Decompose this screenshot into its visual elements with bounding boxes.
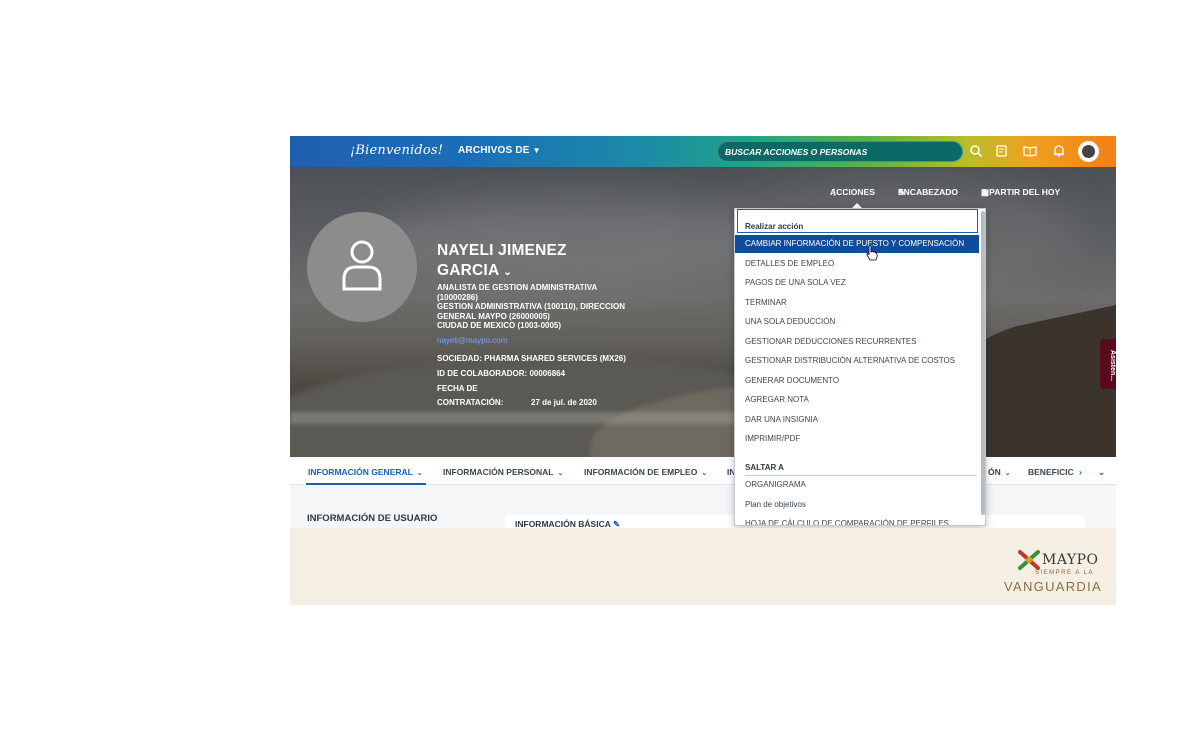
menu-item-generate-document[interactable]: GENERAR DOCUMENTO [735, 372, 979, 390]
menu-item-cost-distribution[interactable]: GESTIONAR DISTRIBUCIÓN ALTERNATIVA DE CO… [735, 352, 979, 370]
tab-general-info[interactable]: INFORMACIÓN GENERAL ⌄ [308, 467, 423, 477]
brand-tagline: SIEMPRE A LA [1035, 570, 1095, 576]
actions-dropdown-menu: Realizar acción CAMBIAR INFORMACIÓN DE P… [734, 208, 986, 526]
person-icon [342, 240, 382, 291]
menu-item-add-note[interactable]: AGREGAR NOTA [735, 391, 979, 409]
notes-icon[interactable] [995, 144, 1009, 158]
actions-label: ACCIONES [830, 187, 875, 197]
header-label: ENCABEZADO [898, 187, 958, 197]
employee-name-line2: GARCIA [437, 262, 500, 279]
welcome-logo[interactable]: ¡Bienvenidos! [350, 143, 443, 158]
menu-section-header: Realizar acción [745, 222, 804, 231]
job-details: ANALISTA DE GESTION ADMINISTRATIVA (1000… [437, 283, 637, 331]
menu-item-change-job-comp[interactable]: CAMBIAR INFORMACIÓN DE PUESTO Y COMPENSA… [735, 235, 979, 253]
hire-date-value: 27 de jul. de 2020 [531, 398, 597, 407]
assistant-side-tab[interactable]: Asisten... [1100, 339, 1116, 389]
top-navigation-bar: ¡Bienvenidos! ARCHIVOS DE ▼ [290, 136, 1116, 167]
maypo-x-icon [1018, 550, 1040, 570]
main-content: INFORMACIÓN DE USUARIO INFORMACIÓN BÁSIC… [290, 485, 1116, 545]
menu-item-profile-comparison[interactable]: HOJA DE CÁLCULO DE COMPARACIÓN DE PERFIL… [735, 515, 979, 525]
tab-personal-info[interactable]: INFORMACIÓN PERSONAL ⌄ [443, 467, 563, 477]
profile-photo-placeholder[interactable] [307, 212, 417, 322]
hire-date-label: FECHA DE [437, 384, 478, 393]
profile-header-banner: NAYELI JIMENEZ GARCIA ⌄ ANALISTA DE GESTI… [290, 167, 1116, 457]
app-window: ¡Bienvenidos! ARCHIVOS DE▼ NAYELI JIMENE… [290, 136, 1116, 605]
chevron-down-icon: ⌄ [416, 470, 423, 477]
menu-item-print-pdf[interactable]: IMPRIMIR/PDF [735, 430, 979, 448]
employee-id: ID DE COLABORADOR: 00006864 [437, 369, 566, 378]
brand-name: MAYPO [1042, 552, 1099, 568]
tab-benefits[interactable]: BENEFICIC [1028, 467, 1074, 477]
company: SOCIEDAD: PHARMA SHARED SERVICES (MX26) [437, 354, 626, 363]
search-icon[interactable] [969, 144, 983, 158]
tab-employment-info[interactable]: INFORMACIÓN DE EMPLEO ⌄ [584, 467, 707, 477]
user-avatar[interactable] [1078, 141, 1099, 162]
menu-scrollbar[interactable] [981, 211, 985, 515]
brand-footer: MAYPO SIEMPRE A LA VANGUARDIA [290, 528, 1116, 605]
tab-label: INFORMACIÓN DE EMPLEO [584, 467, 698, 477]
menu-item-recurring-deductions[interactable]: GESTIONAR DEDUCCIONES RECURRENTES [735, 333, 979, 351]
files-menu-label: ARCHIVOS DE [458, 145, 530, 156]
job-title: ANALISTA DE GESTION ADMINISTRATIVA (1000… [437, 283, 597, 302]
email-link[interactable]: nayeli@maypo.com [437, 336, 507, 345]
chevron-down-icon: ⌄ [557, 470, 564, 477]
menu-item-objectives[interactable]: Plan de objetivos [735, 496, 979, 514]
department: GESTION ADMINISTRATIVA (100110), DIRECCI… [437, 302, 626, 321]
as-of-label: A PARTIR DEL HOY [981, 187, 1061, 197]
menu-section-header-jump: SALTAR A [745, 463, 784, 472]
menu-item-give-badge[interactable]: DAR UNA INSIGNIA [735, 411, 979, 429]
hand-cursor-icon [866, 245, 878, 261]
menu-item-employment-details[interactable]: DETALLES DE EMPLEO [735, 255, 979, 273]
menu-item-org-chart[interactable]: ORGANIGRAMA [735, 476, 979, 494]
employee-name-line1: NAYELI JIMENEZ [437, 242, 567, 259]
bell-icon[interactable] [1052, 144, 1066, 158]
chevron-down-icon: ⌄ [1004, 470, 1011, 477]
brand-slogan: VANGUARDIA [1004, 579, 1102, 594]
menu-item-terminate[interactable]: TERMINAR [735, 294, 979, 312]
chevron-right-icon[interactable]: › [1079, 467, 1082, 477]
user-info-title: INFORMACIÓN DE USUARIO [307, 513, 438, 524]
chevron-down-icon[interactable]: ⌄ [1098, 467, 1105, 478]
chevron-down-icon: ⌄ [503, 267, 512, 278]
book-icon[interactable] [1023, 144, 1037, 158]
tab-partial-2[interactable]: ÓN ⌄ [988, 467, 1011, 477]
section-tabs: INFORMACIÓN GENERAL ⌄ INFORMACIÓN PERSONA… [290, 457, 1116, 485]
employee-name[interactable]: NAYELI JIMENEZ GARCIA ⌄ [437, 241, 567, 283]
chevron-down-icon: ⌄ [701, 470, 708, 477]
avatar-image [1082, 145, 1095, 158]
chevron-down-icon: ▼ [532, 146, 541, 155]
location: CIUDAD DE MEXICO (1003-0005) [437, 321, 562, 330]
menu-item-one-time-payments[interactable]: PAGOS DE UNA SOLA VEZ [735, 274, 979, 292]
tab-label: ÓN [988, 467, 1001, 477]
tab-label: INFORMACIÓN GENERAL [308, 467, 413, 477]
hire-date-label-2: CONTRATACIÓN: [437, 398, 504, 407]
maypo-logo: MAYPO SIEMPRE A LA VANGUARDIA [1004, 542, 1114, 594]
menu-item-one-time-deduction[interactable]: UNA SOLA DEDUCCIÓN [735, 313, 979, 331]
global-search[interactable] [717, 141, 963, 162]
search-input[interactable] [718, 142, 948, 162]
files-menu-button[interactable]: ARCHIVOS DE ▼ [458, 145, 541, 156]
tab-label: INFORMACIÓN PERSONAL [443, 467, 554, 477]
tab-label: BENEFICIC [1028, 467, 1074, 477]
